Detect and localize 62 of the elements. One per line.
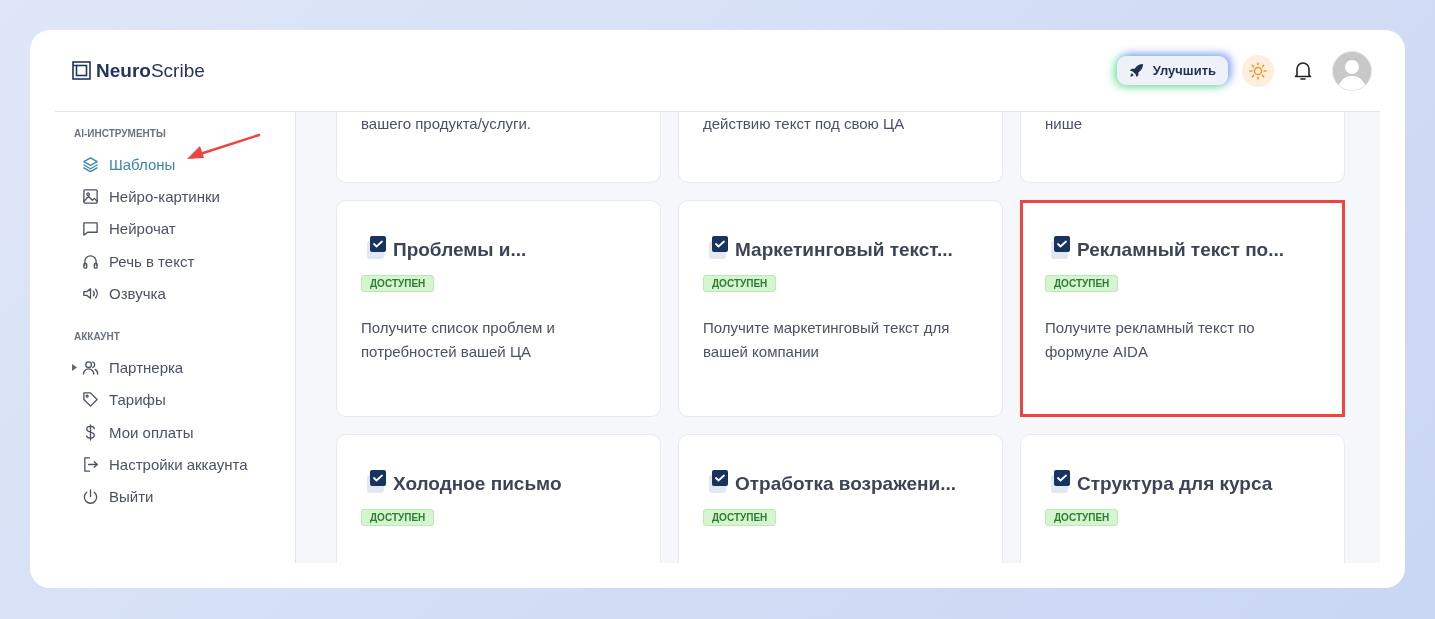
theme-toggle-button[interactable] xyxy=(1242,54,1274,87)
status-badge: ДОСТУПЕН xyxy=(361,275,435,292)
headphones-icon xyxy=(82,252,99,270)
template-card[interactable]: вашего продукта/услуги. xyxy=(336,112,661,183)
sidebar-item[interactable]: Настройки аккаунта xyxy=(74,448,248,481)
template-card[interactable]: Структура для курса ДОСТУПЕН xyxy=(1020,434,1345,563)
layers-icon xyxy=(82,155,99,173)
card-title: Структура для курса xyxy=(1077,473,1273,495)
chat-icon xyxy=(82,220,99,238)
template-card[interactable]: Рекламный текст по... ДОСТУПЕН Получите рекламный текст по формуле AIDA xyxy=(1020,200,1345,417)
card-title: Проблемы и... xyxy=(393,239,527,261)
card-title: Маркетинговый текст... xyxy=(735,239,953,261)
caret-icon[interactable] xyxy=(72,364,77,372)
logo[interactable]: NeuroScribe xyxy=(72,59,205,82)
logout-icon xyxy=(82,456,99,473)
section-heading: AI-ИНСТРУМЕНТЫ xyxy=(74,128,166,139)
card-description: нише xyxy=(1045,114,1084,134)
sidebar-item[interactable]: Озвучка xyxy=(74,277,166,310)
sidebar-item[interactable]: Партнерка xyxy=(74,351,184,384)
sidebar-item[interactable]: Речь в текст xyxy=(74,244,195,278)
template-card[interactable]: Отработка возражени... ДОСТУПЕН xyxy=(678,434,1003,563)
template-card[interactable]: Проблемы и... ДОСТУПЕН Получите список проблем и потребностей вашей ЦА xyxy=(336,200,661,417)
card-description: вашего продукта/услуги. xyxy=(361,114,532,134)
sidebar-item[interactable]: Мои оплаты xyxy=(74,416,194,449)
rocket-icon xyxy=(1128,63,1144,78)
upgrade-button[interactable]: Улучшить xyxy=(1116,56,1228,85)
card-description: Получите список проблем и потребностей вашей ЦА xyxy=(361,318,556,362)
bell-icon[interactable] xyxy=(1294,60,1312,81)
template-card[interactable]: Маркетинговый текст... ДОСТУПЕН Получите маркетинговый текст для вашей компании xyxy=(678,200,1003,417)
sun-icon xyxy=(1249,61,1267,80)
image-icon xyxy=(82,187,99,205)
checkbox-icon xyxy=(365,235,387,261)
status-badge: ДОСТУПЕН xyxy=(1045,509,1119,526)
checkbox-icon xyxy=(1049,235,1071,261)
checkbox-icon xyxy=(707,469,729,495)
sidebar-item[interactable]: Нейрочат xyxy=(74,212,176,245)
users-icon xyxy=(82,359,99,377)
sidebar-item[interactable]: Нейро-картинки xyxy=(74,180,220,213)
checkbox-icon xyxy=(707,235,729,261)
status-badge: ДОСТУПЕН xyxy=(361,509,435,526)
card-title: Отработка возражени... xyxy=(735,473,956,495)
card-title: Холодное письмо xyxy=(393,473,562,495)
card-description: Получите маркетинговый текст для вашей компании xyxy=(703,318,951,362)
logo-icon xyxy=(72,61,91,80)
card-description: действию текст под свою ЦА xyxy=(703,114,906,134)
status-badge: ДОСТУПЕН xyxy=(703,275,777,292)
card-description: Получите рекламный текст по формуле AIDA xyxy=(1045,318,1256,362)
tag-icon xyxy=(82,391,99,409)
power-icon xyxy=(82,488,99,506)
template-card[interactable]: нише xyxy=(1020,112,1345,183)
template-card[interactable]: Холодное письмо ДОСТУПЕН xyxy=(336,434,661,563)
card-title: Рекламный текст по... xyxy=(1077,239,1285,261)
template-card[interactable]: действию текст под свою ЦА xyxy=(678,112,1003,183)
sidebar-item[interactable]: Тарифы xyxy=(74,383,166,417)
sidebar-item[interactable]: Выйти xyxy=(74,480,154,513)
status-badge: ДОСТУПЕН xyxy=(703,509,777,526)
checkbox-icon xyxy=(1049,469,1071,495)
section-heading: АККАУНТ xyxy=(74,331,120,343)
sidebar-item[interactable]: Шаблоны xyxy=(74,148,176,181)
checkbox-icon xyxy=(365,469,387,495)
logo-text: NeuroScribe xyxy=(96,59,205,82)
status-badge: ДОСТУПЕН xyxy=(1045,275,1119,292)
